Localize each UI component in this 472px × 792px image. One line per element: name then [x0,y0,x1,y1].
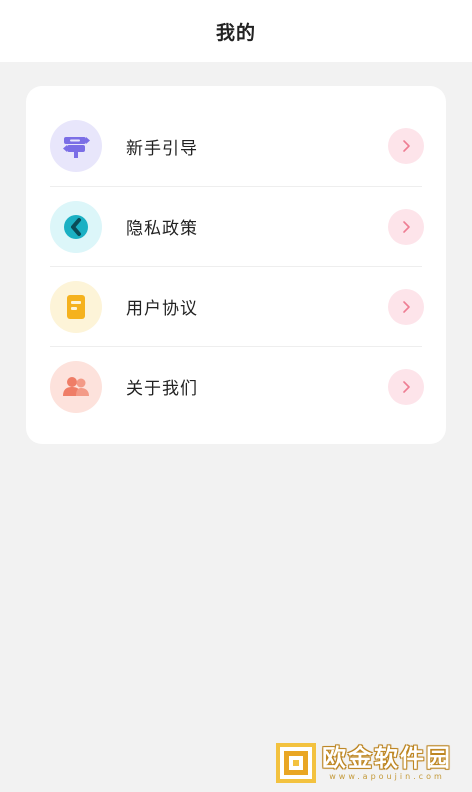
menu-item-guide[interactable]: 新手引导 [50,106,424,186]
watermark: 欧金软件园 www.apoujin.com [274,740,464,786]
chevron-right-icon [388,128,424,164]
menu-item-user-agreement[interactable]: 用户协议 [50,266,424,346]
page-title: 我的 [215,21,256,44]
menu-item-privacy[interactable]: 隐私政策 [50,186,424,266]
menu-item-label: 隐私政策 [126,219,198,239]
shield-icon [50,200,102,253]
menu-card: 新手引导 隐私政策 用户协议 关于我们 [26,86,446,444]
watermark-text: 欧金软件园 [322,744,452,772]
chevron-right-icon [388,288,424,325]
watermark-url: www.apoujin.com [329,772,445,781]
menu-item-label: 新手引导 [126,138,198,159]
chevron-right-icon [388,208,424,245]
chevron-right-icon [388,368,424,405]
document-icon [50,280,102,333]
menu-item-label: 用户协议 [126,299,198,319]
top-bar: 我的 [0,0,472,62]
menu-item-about-us[interactable]: 关于我们 [50,346,424,426]
signpost-icon [50,120,102,172]
menu-item-label: 关于我们 [126,379,198,399]
watermark-logo [276,743,316,783]
users-icon [50,360,102,413]
